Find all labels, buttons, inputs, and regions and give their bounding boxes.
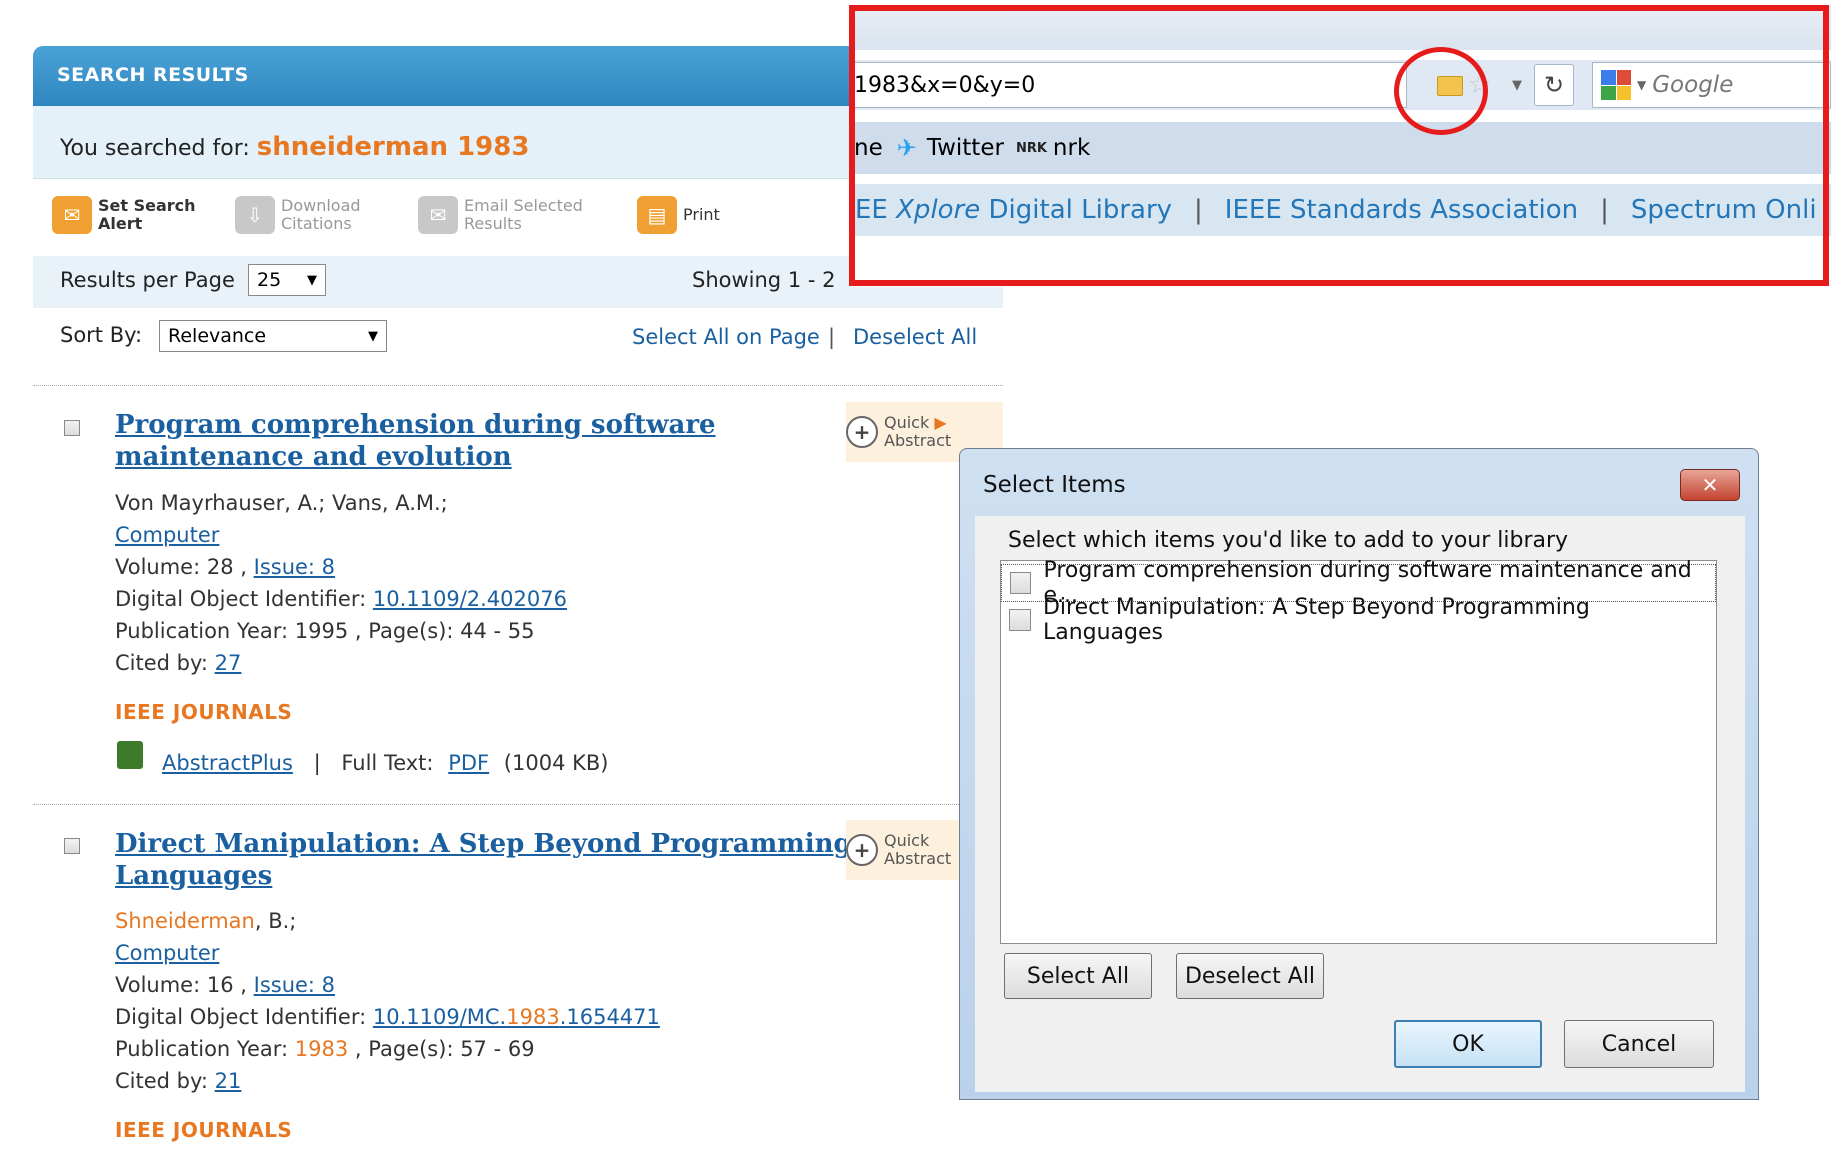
cancel-button[interactable]: Cancel xyxy=(1564,1020,1714,1068)
item-label: Direct Manipulation: A Step Beyond Progr… xyxy=(1042,595,1590,645)
item-checkbox[interactable] xyxy=(1009,609,1031,631)
quick-abstract-label-1: Quick ▶ xyxy=(884,413,947,432)
dialog-select-all-button[interactable]: Select All xyxy=(1004,953,1152,999)
searched-for-text: You searched for: shneiderman 1983 xyxy=(60,132,529,162)
result-2-title-line-2[interactable]: Languages xyxy=(115,860,852,892)
result-1-links: AbstractPlus | Full Text: PDF (1004 KB) xyxy=(162,747,608,779)
result-2-author-rest: , B.; xyxy=(254,909,297,933)
pdf-size: (1004 KB) xyxy=(503,751,609,775)
sort-by-value: Relevance xyxy=(168,325,267,347)
sort-by-select[interactable]: Relevance ▼ xyxy=(159,320,387,352)
quick-abstract-label-2: Abstract xyxy=(884,431,952,450)
select-all-on-page-link[interactable]: Select All on Page xyxy=(632,325,820,349)
searched-for-label: You searched for: xyxy=(60,136,250,161)
link-separator: | xyxy=(828,325,836,349)
results-per-page-value: 25 xyxy=(257,269,282,291)
items-list[interactable]: Program comprehension during software ma… xyxy=(1000,558,1717,944)
sort-by-label: Sort By: xyxy=(60,323,143,347)
download-label-2: Citations xyxy=(281,214,352,233)
result-2-title[interactable]: Direct Manipulation: A Step Beyond Progr… xyxy=(115,828,852,892)
book-icon xyxy=(117,741,143,769)
deselect-all-link[interactable]: Deselect All xyxy=(853,325,977,349)
zoom-in-icon: + xyxy=(846,416,878,448)
result-2-cited-label: Cited by: xyxy=(115,1069,208,1093)
zoom-in-icon: + xyxy=(846,834,878,866)
result-2-doi-label: Digital Object Identifier: xyxy=(115,1005,367,1029)
result-1-title-line-1[interactable]: Program comprehension during software xyxy=(115,409,716,441)
result-1-cited-link[interactable]: 27 xyxy=(215,651,242,675)
dialog-deselect-all-button[interactable]: Deselect All xyxy=(1176,953,1324,999)
result-2-meta: Shneiderman, B.; Computer Volume: 16 , I… xyxy=(115,905,660,1097)
set-alert-label-2: Alert xyxy=(98,214,143,233)
alert-envelope-icon: ✉ xyxy=(52,196,92,234)
dialog-prompt: Select which items you'd like to add to … xyxy=(1008,528,1569,553)
result-2-doi-link[interactable]: 10.1109/MC.1983.1654471 xyxy=(373,1005,660,1029)
result-1-journal-link[interactable]: Computer xyxy=(115,523,219,547)
download-citations-button[interactable]: ⇩ Download Citations xyxy=(235,196,361,234)
pdf-link[interactable]: PDF xyxy=(448,751,489,775)
close-icon[interactable]: ✕ xyxy=(1680,469,1740,501)
result-1-pub-year: Publication Year: 1995 , Page(s): 44 - 5… xyxy=(115,619,535,643)
download-icon: ⇩ xyxy=(235,196,275,234)
results-per-page-select[interactable]: 25 ▼ xyxy=(248,264,326,296)
result-1-meta: Von Mayrhauser, A.; Vans, A.M.; Computer… xyxy=(115,487,567,679)
list-item[interactable]: Direct Manipulation: A Step Beyond Progr… xyxy=(1001,595,1716,645)
result-1-checkbox[interactable] xyxy=(64,420,80,436)
result-2-title-line-1[interactable]: Direct Manipulation: A Step Beyond Progr… xyxy=(115,828,852,860)
result-2-authors: Shneiderman, B.; xyxy=(115,905,660,937)
result-1-cited-label: Cited by: xyxy=(115,651,208,675)
link-separator: | xyxy=(313,751,321,775)
annotation-highlight-rect xyxy=(849,5,1829,286)
search-results-title: SEARCH RESULTS xyxy=(57,64,249,86)
email-label-1: Email Selected xyxy=(464,196,583,215)
quick-abstract-label-1: Quick xyxy=(884,831,930,850)
showing-count: Showing 1 - 2 xyxy=(692,268,836,292)
chevron-down-icon: ▼ xyxy=(368,328,378,344)
result-1-volume: Volume: 28 , xyxy=(115,555,247,579)
chevron-down-icon: ▼ xyxy=(307,272,317,288)
result-1-authors: Von Mayrhauser, A.; Vans, A.M.; xyxy=(115,491,448,515)
result-2-cited-link[interactable]: 21 xyxy=(215,1069,242,1093)
result-2-author-highlight[interactable]: Shneiderman xyxy=(115,909,255,933)
email-icon: ✉ xyxy=(418,196,458,234)
ok-button[interactable]: OK xyxy=(1394,1020,1542,1068)
print-button[interactable]: ▤ Print xyxy=(637,196,720,234)
email-label-2: Results xyxy=(464,214,522,233)
email-selected-results-button[interactable]: ✉ Email Selected Results xyxy=(418,196,583,234)
abstractplus-link[interactable]: AbstractPlus xyxy=(162,751,293,775)
results-per-page-label: Results per Page xyxy=(60,268,235,292)
result-1-doi-label: Digital Object Identifier: xyxy=(115,587,367,611)
result-2-category: IEEE JOURNALS xyxy=(115,1118,293,1142)
divider xyxy=(33,804,1003,805)
search-query: shneiderman 1983 xyxy=(256,132,530,162)
divider xyxy=(33,385,1003,386)
result-1-title[interactable]: Program comprehension during software ma… xyxy=(115,409,716,473)
set-search-alert-button[interactable]: ✉ Set Search Alert xyxy=(52,196,196,234)
set-alert-label-1: Set Search xyxy=(98,196,196,215)
result-1-title-line-2[interactable]: maintenance and evolution xyxy=(115,441,716,473)
annotation-highlight-circle xyxy=(1394,47,1488,135)
result-2-pub-year: Publication Year: 1983 , Page(s): 57 - 6… xyxy=(115,1037,535,1061)
full-text-label: Full Text: xyxy=(341,751,434,775)
result-1-doi-link[interactable]: 10.1109/2.402076 xyxy=(373,587,567,611)
print-icon: ▤ xyxy=(637,196,677,234)
result-2-journal-link[interactable]: Computer xyxy=(115,941,219,965)
result-2-checkbox[interactable] xyxy=(64,838,80,854)
item-checkbox[interactable] xyxy=(1010,572,1032,594)
dialog-title: Select Items xyxy=(983,472,1126,498)
result-2-issue-link[interactable]: Issue: 8 xyxy=(254,973,335,997)
download-label-1: Download xyxy=(281,196,361,215)
result-2-volume: Volume: 16 , xyxy=(115,973,247,997)
print-label: Print xyxy=(683,205,720,224)
quick-abstract-label-2: Abstract xyxy=(884,849,952,868)
result-1-issue-link[interactable]: Issue: 8 xyxy=(254,555,335,579)
result-1-category: IEEE JOURNALS xyxy=(115,700,293,724)
